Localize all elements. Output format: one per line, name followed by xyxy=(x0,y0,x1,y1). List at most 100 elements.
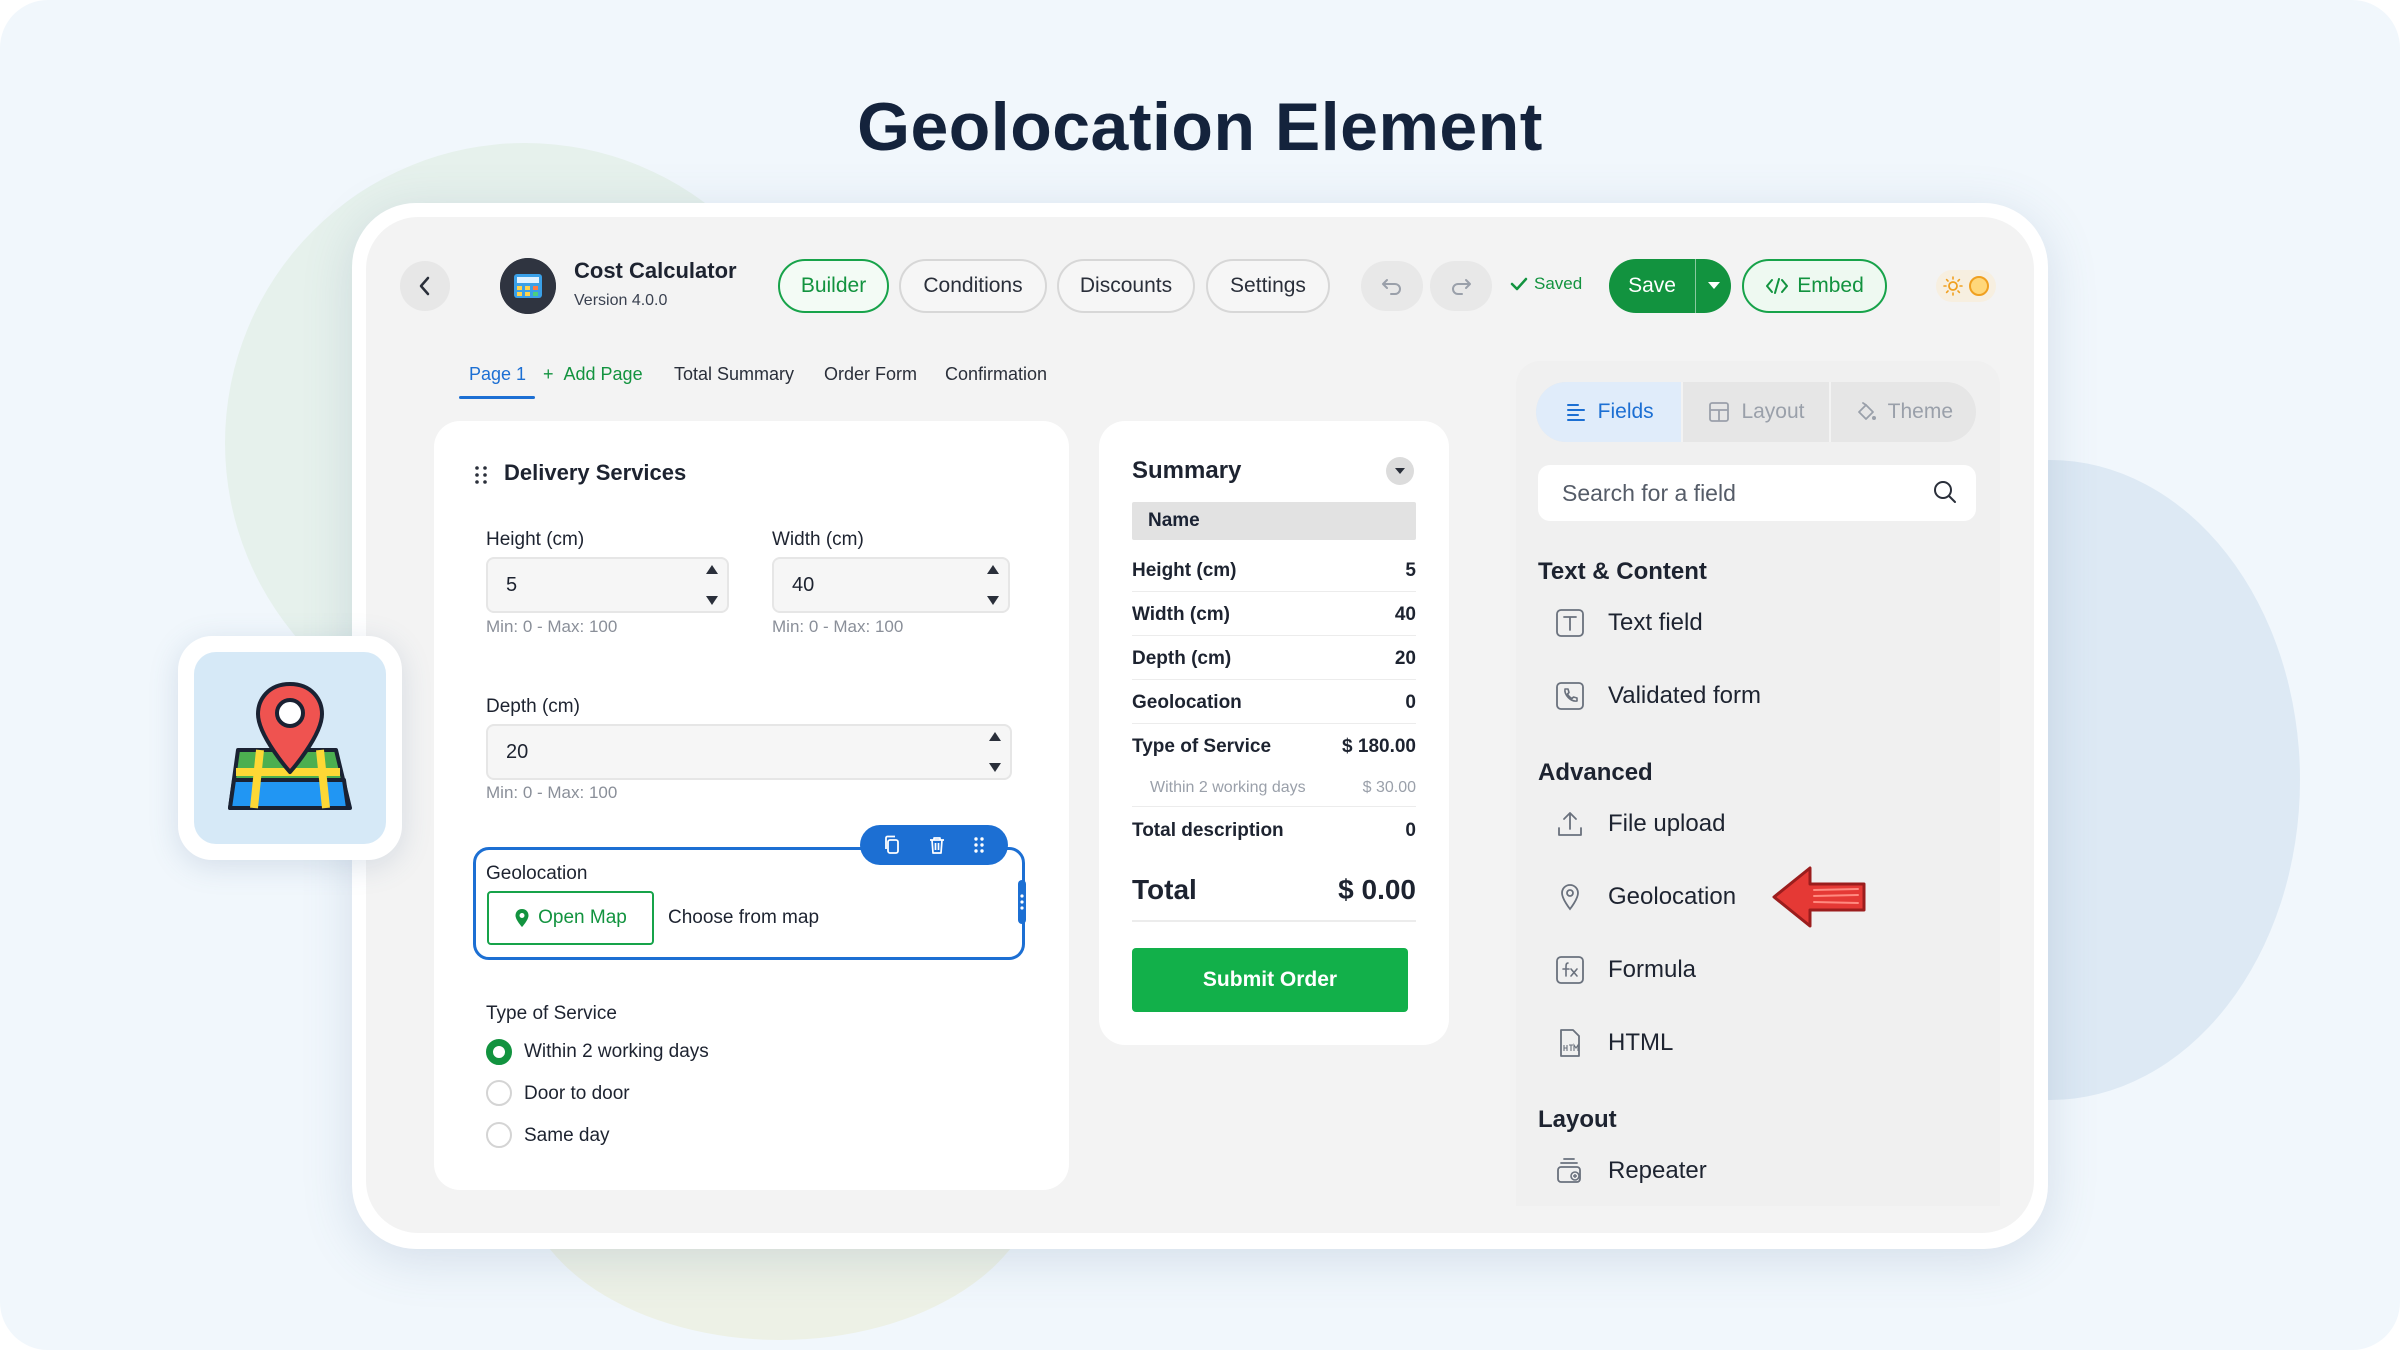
add-page-button[interactable]: + Add Page xyxy=(543,364,643,385)
calculator-logo-icon xyxy=(500,258,556,314)
badge-background xyxy=(194,652,386,844)
open-map-button[interactable]: Open Map xyxy=(487,891,654,945)
drag-handle-icon[interactable] xyxy=(474,465,488,485)
field-item-label: Text field xyxy=(1608,609,1703,636)
theme-toggle[interactable] xyxy=(1936,270,1996,302)
plus-icon: + xyxy=(543,364,564,384)
field-item-geolocation[interactable]: Geolocation xyxy=(1552,879,1736,915)
summary-row-label: Type of Service xyxy=(1132,736,1272,757)
tab-builder[interactable]: Builder xyxy=(778,259,889,313)
tab-conditions[interactable]: Conditions xyxy=(899,259,1047,313)
field-search-placeholder: Search for a field xyxy=(1562,479,1736,506)
undo-icon xyxy=(1382,279,1401,295)
field-item-formula[interactable]: Formula xyxy=(1552,952,1696,988)
choose-from-map-text: Choose from map xyxy=(668,907,820,928)
field-item-label: Formula xyxy=(1608,956,1697,983)
radio-within-2-days[interactable] xyxy=(486,1039,512,1065)
summary-subrow: Within 2 working days $ 30.00 xyxy=(1132,779,1416,807)
field-item-repeater[interactable]: Repeater xyxy=(1552,1153,1707,1189)
save-button[interactable]: Save xyxy=(1609,259,1731,313)
panel-tab-theme-label: Theme xyxy=(1887,400,1953,423)
panel-tab-fields-label: Fields xyxy=(1597,400,1654,423)
page-tab-1[interactable]: Page 1 xyxy=(469,364,526,385)
embed-label: Embed xyxy=(1797,274,1864,297)
saved-status: Saved xyxy=(1510,274,1582,294)
height-stepper[interactable] xyxy=(705,565,719,605)
field-item-text-field[interactable]: Text field xyxy=(1552,605,1703,641)
depth-input[interactable]: 20 xyxy=(486,724,1012,780)
field-item-validated-form[interactable]: Validated form xyxy=(1552,678,1761,714)
geolocation-label: Geolocation xyxy=(486,863,588,884)
down-arrow-icon[interactable] xyxy=(989,763,1001,772)
field-item-file-upload[interactable]: File upload xyxy=(1552,806,1725,842)
chevron-left-icon xyxy=(419,276,430,296)
group-title-text-content: Text & Content xyxy=(1538,558,1707,585)
summary-row-value: 20 xyxy=(1394,648,1416,669)
tab-discounts[interactable]: Discounts xyxy=(1057,259,1195,313)
summary-row-value: $ 180.00 xyxy=(1342,736,1416,757)
toggle-knob-icon xyxy=(1968,276,1989,296)
group-title-advanced: Advanced xyxy=(1538,759,1653,786)
field-item-label: Geolocation xyxy=(1608,883,1737,910)
up-arrow-icon[interactable] xyxy=(706,565,718,574)
page-tab-confirmation[interactable]: Confirmation xyxy=(945,364,1047,385)
active-tab-indicator xyxy=(459,396,535,399)
tab-settings[interactable]: Settings xyxy=(1206,259,1330,313)
up-arrow-icon[interactable] xyxy=(987,565,999,574)
field-toolbar xyxy=(860,825,1008,865)
panel-tab-layout[interactable]: Layout xyxy=(1681,382,1828,442)
radio-door-to-door[interactable] xyxy=(486,1080,512,1106)
resize-handle[interactable] xyxy=(1018,880,1026,924)
height-hint: Min: 0 - Max: 100 xyxy=(486,617,618,636)
down-arrow-icon[interactable] xyxy=(706,596,718,605)
summary-collapse-button[interactable] xyxy=(1386,457,1414,485)
section-title: Delivery Services xyxy=(504,460,687,485)
summary-row-label: Geolocation xyxy=(1132,692,1242,713)
width-hint: Min: 0 - Max: 100 xyxy=(772,617,904,636)
depth-value: 20 xyxy=(506,740,529,763)
width-value: 40 xyxy=(792,573,815,596)
field-item-label: Validated form xyxy=(1608,682,1761,709)
summary-row-value: 0 xyxy=(1405,692,1416,713)
location-pin-icon xyxy=(1561,884,1579,911)
save-dropdown-button[interactable] xyxy=(1696,281,1731,291)
red-arrow-icon xyxy=(1772,866,1866,928)
depth-stepper[interactable] xyxy=(988,732,1002,772)
field-item-label: File upload xyxy=(1608,810,1726,837)
app-version: Version 4.0.0 xyxy=(574,292,668,309)
back-button[interactable] xyxy=(400,261,450,311)
caret-down-icon xyxy=(1707,282,1720,289)
duplicate-icon[interactable] xyxy=(883,835,901,855)
add-page-label: Add Page xyxy=(563,364,643,384)
field-search-input[interactable]: Search for a field xyxy=(1538,465,1976,521)
trash-icon[interactable] xyxy=(928,835,946,855)
submit-order-button[interactable]: Submit Order xyxy=(1132,948,1408,1012)
search-icon xyxy=(1934,481,1956,503)
panel-tab-theme[interactable]: Theme xyxy=(1828,382,1976,442)
formula-icon xyxy=(1556,956,1584,984)
summary-row-label: Total description xyxy=(1132,820,1284,841)
embed-button[interactable]: Embed xyxy=(1742,259,1887,313)
map-pin-icon xyxy=(515,909,529,927)
down-arrow-icon[interactable] xyxy=(987,596,999,605)
geolocation-badge xyxy=(178,636,402,860)
width-stepper[interactable] xyxy=(986,565,1000,605)
panel-tab-fields[interactable]: Fields xyxy=(1536,382,1682,442)
text-field-icon xyxy=(1556,609,1584,637)
drag-handle-icon[interactable] xyxy=(973,836,985,854)
height-input[interactable]: 5 xyxy=(486,557,729,613)
radio-same-day[interactable] xyxy=(486,1122,512,1148)
undo-button[interactable] xyxy=(1361,261,1423,311)
summary-row-value: 0 xyxy=(1405,820,1416,841)
field-item-html[interactable]: HTML xyxy=(1552,1025,1673,1061)
radio-label-door-to-door: Door to door xyxy=(524,1083,630,1104)
panel-tab-layout-label: Layout xyxy=(1741,400,1805,423)
page-tab-order-form[interactable]: Order Form xyxy=(824,364,917,385)
app-title: Cost Calculator xyxy=(574,258,737,283)
depth-label: Depth (cm) xyxy=(486,696,580,717)
up-arrow-icon[interactable] xyxy=(989,732,1001,741)
page-tab-total-summary[interactable]: Total Summary xyxy=(674,364,794,385)
width-input[interactable]: 40 xyxy=(772,557,1010,613)
redo-button[interactable] xyxy=(1430,261,1492,311)
summary-row-value: 40 xyxy=(1394,604,1416,625)
